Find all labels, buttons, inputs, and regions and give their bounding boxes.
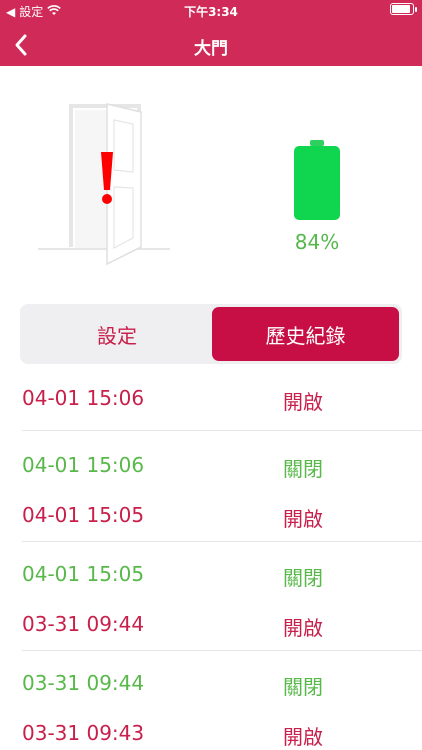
history-group: 04-01 15:06 關閉 04-01 15:05 開啟 — [0, 439, 422, 539]
history-entry: 04-01 15:06 開啟 — [0, 372, 422, 422]
entry-state: 開啟 — [283, 390, 323, 414]
device-battery: 84% — [282, 140, 352, 260]
history-list: 04-01 15:06 開啟 04-01 15:06 關閉 04-01 15:0… — [0, 372, 422, 750]
entry-state: 開啟 — [283, 616, 323, 640]
divider — [22, 541, 422, 542]
navigation-bar: 大門 — [0, 24, 422, 66]
history-entry: 04-01 15:05 開啟 — [0, 489, 422, 539]
divider — [22, 430, 422, 431]
battery-percentage: 84% — [294, 230, 340, 254]
divider — [22, 650, 422, 651]
history-entry: 03-31 09:43 開啟 — [0, 707, 422, 750]
status-time: 下午3:34 — [184, 5, 238, 19]
entry-state: 開啟 — [283, 507, 323, 531]
entry-state: 關閉 — [283, 457, 323, 481]
history-group: 04-01 15:05 關閉 03-31 09:44 開啟 — [0, 548, 422, 648]
entry-state: 關閉 — [283, 675, 323, 699]
history-group: 04-01 15:06 開啟 — [0, 372, 422, 422]
history-group: 03-31 09:44 關閉 03-31 09:43 開啟 — [0, 657, 422, 750]
entry-time: 03-31 09:44 — [22, 671, 145, 695]
app-header: ◀ 設定 下午3:34 大門 — [0, 0, 422, 66]
entry-time: 03-31 09:44 — [22, 612, 145, 636]
door-open-alert-icon — [30, 92, 180, 267]
tab-settings[interactable]: 設定 — [23, 307, 211, 361]
history-entry: 04-01 15:05 關閉 — [0, 548, 422, 598]
entry-time: 04-01 15:06 — [22, 453, 145, 477]
entry-time: 04-01 15:06 — [22, 386, 145, 410]
tab-history[interactable]: 歷史紀錄 — [212, 307, 399, 361]
tab-switcher: 設定 歷史紀錄 — [20, 304, 402, 364]
entry-state: 開啟 — [283, 725, 323, 749]
page-title: 大門 — [194, 39, 228, 59]
battery-icon — [294, 140, 340, 220]
history-entry: 03-31 09:44 開啟 — [0, 598, 422, 648]
history-entry: 03-31 09:44 關閉 — [0, 657, 422, 707]
entry-time: 04-01 15:05 — [22, 562, 145, 586]
history-entry: 04-01 15:06 關閉 — [0, 439, 422, 489]
status-bar: ◀ 設定 下午3:34 — [0, 0, 422, 22]
entry-time: 03-31 09:43 — [22, 721, 145, 745]
entry-time: 04-01 15:05 — [22, 503, 145, 527]
entry-state: 關閉 — [283, 566, 323, 590]
status-battery-icon — [390, 3, 417, 15]
